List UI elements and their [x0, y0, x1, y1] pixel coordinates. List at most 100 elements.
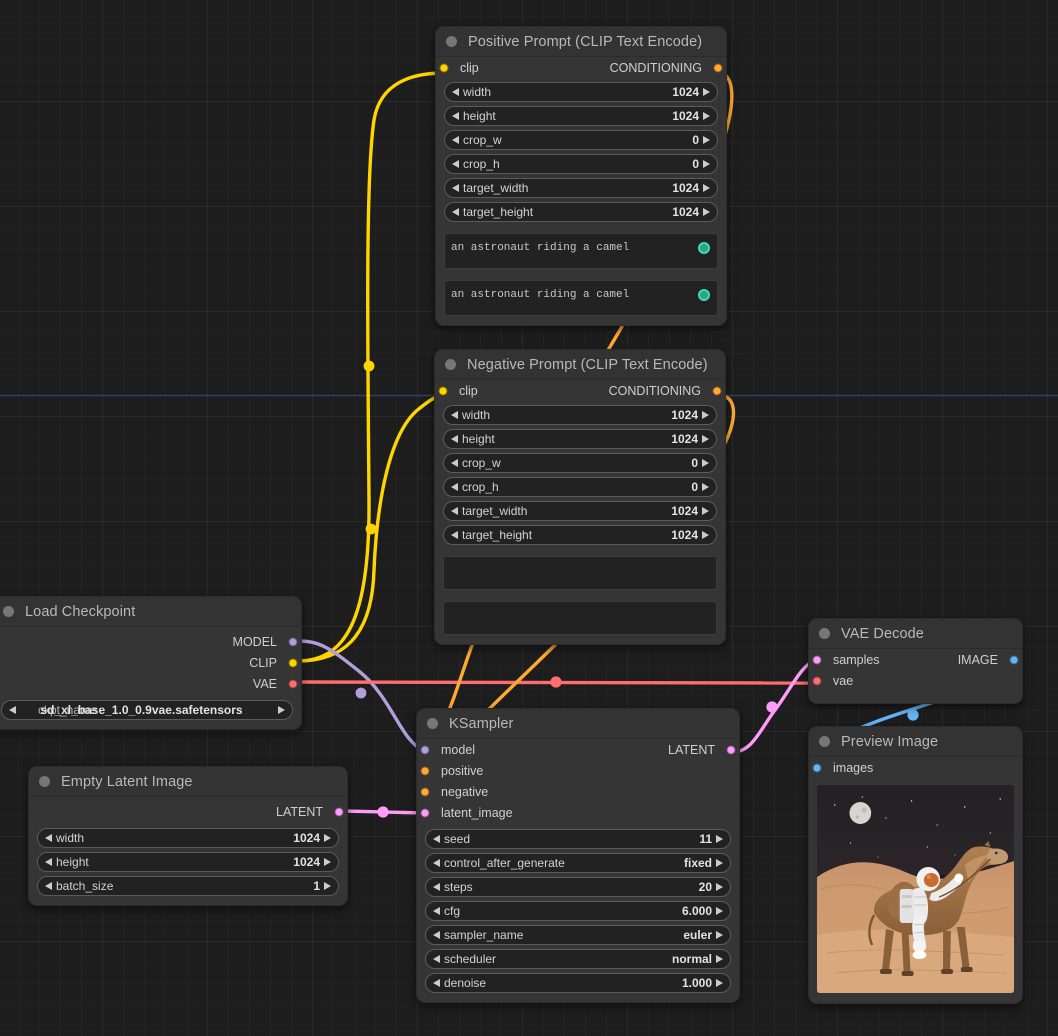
text-prompt-primary[interactable]	[443, 556, 717, 590]
increment-arrow-icon[interactable]	[324, 882, 331, 890]
decrement-arrow-icon[interactable]	[433, 907, 440, 915]
widget-target-width[interactable]: target_width 1024	[443, 501, 717, 521]
decrement-arrow-icon[interactable]	[451, 411, 458, 419]
decrement-arrow-icon[interactable]	[433, 835, 440, 843]
node-vae-decode[interactable]: VAE Decode samples IMAGE vae	[808, 618, 1023, 704]
decrement-arrow-icon[interactable]	[452, 208, 459, 216]
widget-width[interactable]: width 1024	[444, 82, 718, 102]
decrement-arrow-icon[interactable]	[433, 955, 440, 963]
decrement-arrow-icon[interactable]	[451, 459, 458, 467]
increment-arrow-icon[interactable]	[716, 931, 723, 939]
output-dot-latent[interactable]	[335, 807, 344, 816]
widget-seed[interactable]: seed 11	[425, 829, 731, 849]
input-dot-model[interactable]	[421, 745, 430, 754]
decrement-arrow-icon[interactable]	[433, 979, 440, 987]
widget-crop-h[interactable]: crop_h 0	[443, 477, 717, 497]
collapse-dot-icon[interactable]	[427, 718, 438, 729]
node-title-bar[interactable]: KSampler	[417, 709, 739, 739]
node-title-bar[interactable]: VAE Decode	[809, 619, 1022, 649]
increment-arrow-icon[interactable]	[716, 979, 723, 987]
collapse-dot-icon[interactable]	[446, 36, 457, 47]
widget-target-height[interactable]: target_height 1024	[443, 525, 717, 545]
output-dot-clip[interactable]	[289, 658, 298, 667]
increment-arrow-icon[interactable]	[703, 112, 710, 120]
node-title-bar[interactable]: Empty Latent Image	[29, 767, 347, 797]
decrement-arrow-icon[interactable]	[433, 859, 440, 867]
decrement-arrow-icon[interactable]	[451, 483, 458, 491]
increment-arrow-icon[interactable]	[324, 858, 331, 866]
output-dot-conditioning[interactable]	[714, 63, 723, 72]
widget-target-height[interactable]: target_height 1024	[444, 202, 718, 222]
decrement-arrow-icon[interactable]	[45, 882, 52, 890]
decrement-arrow-icon[interactable]	[452, 112, 459, 120]
input-dot-latent-image[interactable]	[421, 808, 430, 817]
increment-arrow-icon[interactable]	[716, 907, 723, 915]
increment-arrow-icon[interactable]	[278, 706, 285, 714]
input-dot-vae[interactable]	[813, 676, 822, 685]
increment-arrow-icon[interactable]	[702, 507, 709, 515]
collapse-dot-icon[interactable]	[39, 776, 50, 787]
increment-arrow-icon[interactable]	[703, 208, 710, 216]
increment-arrow-icon[interactable]	[703, 184, 710, 192]
input-dot-images[interactable]	[813, 763, 822, 772]
widget-sampler-name[interactable]: sampler_name euler	[425, 925, 731, 945]
increment-arrow-icon[interactable]	[716, 955, 723, 963]
decrement-arrow-icon[interactable]	[452, 136, 459, 144]
decrement-arrow-icon[interactable]	[452, 184, 459, 192]
decrement-arrow-icon[interactable]	[45, 858, 52, 866]
decrement-arrow-icon[interactable]	[433, 931, 440, 939]
widget-crop-w[interactable]: crop_w 0	[443, 453, 717, 473]
prompt-status-indicator-icon[interactable]	[698, 242, 710, 254]
output-dot-vae[interactable]	[289, 679, 298, 688]
widget-scheduler[interactable]: scheduler normal	[425, 949, 731, 969]
output-dot-latent[interactable]	[727, 745, 736, 754]
collapse-dot-icon[interactable]	[819, 736, 830, 747]
widget-height[interactable]: height 1024	[444, 106, 718, 126]
increment-arrow-icon[interactable]	[702, 531, 709, 539]
increment-arrow-icon[interactable]	[703, 160, 710, 168]
decrement-arrow-icon[interactable]	[451, 435, 458, 443]
widget-batch-size[interactable]: batch_size 1	[37, 876, 339, 896]
node-negative-prompt[interactable]: Negative Prompt (CLIP Text Encode) clip …	[434, 349, 726, 645]
increment-arrow-icon[interactable]	[716, 859, 723, 867]
output-dot-model[interactable]	[289, 637, 298, 646]
text-prompt-secondary[interactable]: an astronaut riding a camel	[444, 280, 718, 316]
input-dot-clip[interactable]	[439, 386, 448, 395]
widget-control-after-generate[interactable]: control_after_generate fixed	[425, 853, 731, 873]
increment-arrow-icon[interactable]	[702, 459, 709, 467]
increment-arrow-icon[interactable]	[716, 835, 723, 843]
node-ksampler[interactable]: KSampler model LATENT positive negative …	[416, 708, 740, 1003]
input-dot-samples[interactable]	[813, 655, 822, 664]
widget-height[interactable]: height 1024	[443, 429, 717, 449]
decrement-arrow-icon[interactable]	[451, 507, 458, 515]
node-positive-prompt[interactable]: Positive Prompt (CLIP Text Encode) clip …	[435, 26, 727, 326]
text-prompt-primary[interactable]: an astronaut riding a camel	[444, 233, 718, 269]
node-empty-latent-image[interactable]: Empty Latent Image LATENT width 1024 hei…	[28, 766, 348, 906]
widget-width[interactable]: width 1024	[37, 828, 339, 848]
increment-arrow-icon[interactable]	[703, 88, 710, 96]
output-dot-image[interactable]	[1010, 655, 1019, 664]
text-prompt-secondary[interactable]	[443, 601, 717, 635]
node-graph-canvas[interactable]: Positive Prompt (CLIP Text Encode) clip …	[0, 0, 1058, 1036]
input-dot-negative[interactable]	[421, 787, 430, 796]
decrement-arrow-icon[interactable]	[452, 160, 459, 168]
widget-steps[interactable]: steps 20	[425, 877, 731, 897]
collapse-dot-icon[interactable]	[445, 359, 456, 370]
decrement-arrow-icon[interactable]	[452, 88, 459, 96]
input-dot-clip[interactable]	[440, 63, 449, 72]
collapse-dot-icon[interactable]	[3, 606, 14, 617]
node-load-checkpoint[interactable]: Load Checkpoint MODEL CLIP VAE ckpt_name…	[0, 596, 302, 730]
decrement-arrow-icon[interactable]	[433, 883, 440, 891]
widget-width[interactable]: width 1024	[443, 405, 717, 425]
prompt-status-indicator-icon[interactable]	[698, 289, 710, 301]
node-title-bar[interactable]: Load Checkpoint	[0, 597, 301, 627]
widget-denoise[interactable]: denoise 1.000	[425, 973, 731, 993]
widget-target-width[interactable]: target_width 1024	[444, 178, 718, 198]
preview-image-thumbnail[interactable]	[817, 785, 1014, 993]
node-title-bar[interactable]: Negative Prompt (CLIP Text Encode)	[435, 350, 725, 380]
increment-arrow-icon[interactable]	[703, 136, 710, 144]
output-dot-conditioning[interactable]	[713, 386, 722, 395]
widget-ckpt-name[interactable]: ckpt_name sd_xl_base_1.0_0.9vae.safetens…	[1, 700, 293, 720]
collapse-dot-icon[interactable]	[819, 628, 830, 639]
increment-arrow-icon[interactable]	[324, 834, 331, 842]
